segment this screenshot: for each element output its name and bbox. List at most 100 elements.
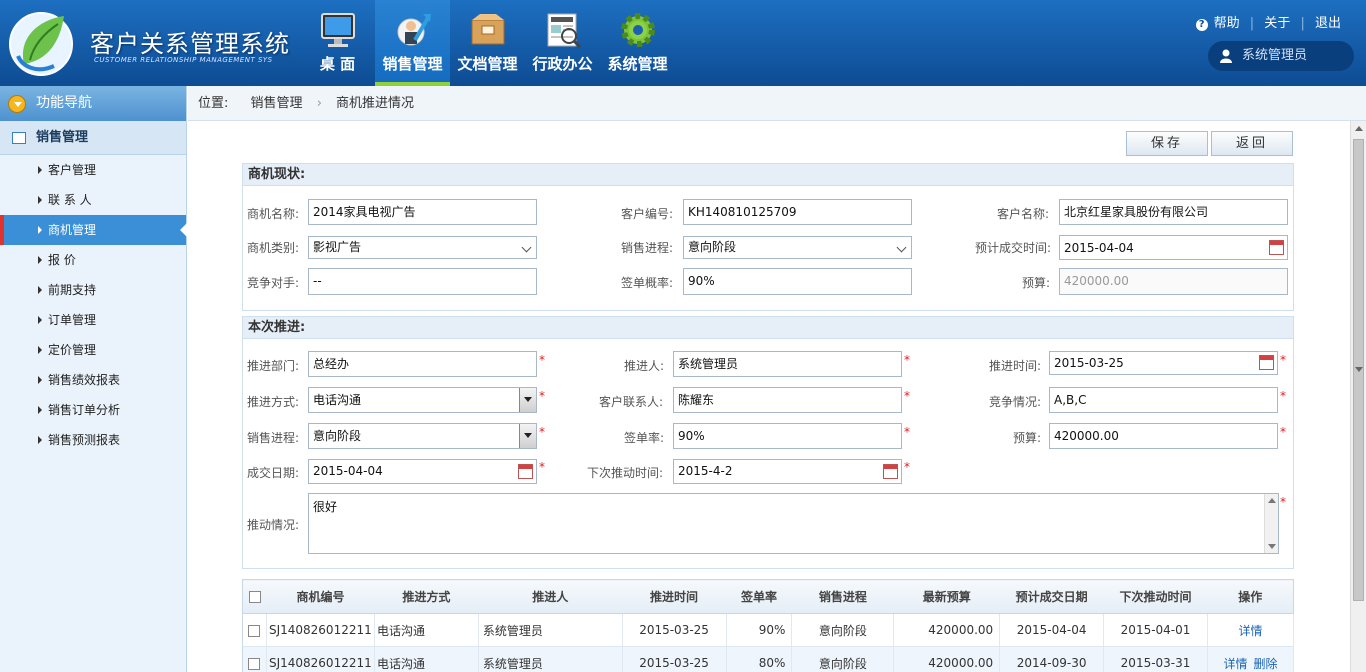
cust-no-field[interactable]: KH140810125709 (683, 199, 912, 225)
breadcrumb: 位置: 销售管理 › 商机推进情况 (188, 86, 1366, 121)
opp-name-field[interactable]: 2014家具电视广告 (308, 199, 537, 225)
cell-time: 2015-03-25 (622, 613, 727, 647)
col-time[interactable]: 推进时间 (622, 579, 727, 614)
nav-desktop[interactable]: 桌 面 (300, 0, 375, 86)
sidebar-item-contacts[interactable]: 联 系 人 (0, 185, 186, 215)
gear-icon (620, 13, 655, 47)
sidebar-item-customers[interactable]: 客户管理 (0, 155, 186, 185)
nav-office[interactable]: 行政办公 (525, 0, 600, 86)
budget-field: 420000.00 (1059, 268, 1288, 295)
advance-panel: 本次推进: 推进部门: 总经办 * 推进人: 系统管理员 * 推进时间: 201… (242, 316, 1294, 569)
sidebar-item-pricing[interactable]: 定价管理 (0, 335, 186, 365)
person-field[interactable]: 系统管理员 (673, 351, 902, 377)
progress-select[interactable]: 意向阶段 (683, 236, 912, 259)
top-links: ? 帮助 | 关于 | 退出 (1193, 12, 1344, 31)
next-time-field[interactable]: 2015-4-2 (673, 459, 902, 484)
sidebar-item-performance-report[interactable]: 销售绩效报表 (0, 365, 186, 395)
adv-budget-field[interactable]: 420000.00 (1049, 423, 1278, 449)
monitor-icon (320, 13, 355, 47)
situation-value: 很好 (313, 500, 338, 514)
cust-no-label: 客户编号: (621, 207, 674, 221)
rate-label: 签单概率: (621, 276, 674, 290)
nav-documents[interactable]: 文档管理 (450, 0, 525, 86)
calendar-icon[interactable] (1269, 240, 1284, 255)
compete-field[interactable]: A,B,C (1049, 387, 1278, 413)
page-scrollbar[interactable] (1350, 121, 1366, 672)
col-method[interactable]: 推进方式 (374, 579, 479, 614)
scroll-up-icon[interactable] (1268, 498, 1276, 503)
save-button[interactable]: 保存 (1126, 131, 1208, 156)
select-all-checkbox[interactable] (248, 591, 261, 603)
textarea-scrollbar[interactable] (1264, 494, 1278, 553)
col-ops: 操作 (1207, 579, 1294, 614)
col-budget[interactable]: 最新预算 (893, 579, 1000, 614)
dept-field[interactable]: 总经办 (308, 351, 537, 377)
user-menu[interactable]: 系统管理员 (1208, 41, 1354, 71)
cell-rate: 80% (726, 646, 793, 672)
progress-label: 销售进程: (621, 241, 674, 255)
calendar-icon[interactable] (1259, 355, 1274, 370)
deal-date-label: 成交日期: (247, 466, 300, 480)
sidebar-item-quotes[interactable]: 报 价 (0, 245, 186, 275)
details-link[interactable]: 详情 (1238, 624, 1262, 638)
sidebar-section-sales[interactable]: 销售管理 (0, 121, 186, 155)
nav-system[interactable]: 系统管理 (600, 0, 675, 86)
help-link[interactable]: 帮助 (1214, 16, 1240, 31)
about-link[interactable]: 关于 (1264, 16, 1290, 31)
col-deal[interactable]: 预计成交日期 (999, 579, 1104, 614)
contact-field[interactable]: 陈耀东 (673, 387, 902, 413)
cell-rate: 90% (726, 613, 793, 647)
logout-link[interactable]: 退出 (1315, 16, 1341, 31)
dropdown-arrow-icon[interactable] (519, 388, 536, 412)
nav-office-label: 行政办公 (532, 55, 593, 73)
sidebar-item-forecast-report[interactable]: 销售预测报表 (0, 425, 186, 455)
sidebar-item-orders[interactable]: 订单管理 (0, 305, 186, 335)
breadcrumb-sales[interactable]: 销售管理 (251, 96, 303, 111)
cust-name-field[interactable]: 北京红星家具股份有限公司 (1059, 199, 1288, 225)
required-mark: * (539, 460, 545, 474)
dropdown-arrow-icon[interactable] (519, 424, 536, 448)
scroll-up-icon[interactable] (1355, 126, 1363, 131)
rival-field[interactable]: -- (308, 268, 537, 295)
sidebar-item-order-analysis[interactable]: 销售订单分析 (0, 395, 186, 425)
col-progress[interactable]: 销售进程 (791, 579, 894, 614)
table-header-row: 商机编号 推进方式 推进人 推进时间 签单率 销售进程 最新预算 预计成交日期 … (242, 579, 1294, 614)
cell-next: 2015-04-01 (1103, 613, 1208, 647)
cell-id: SJ140826012211 (266, 613, 375, 647)
scroll-down-icon[interactable] (1355, 367, 1363, 372)
col-person[interactable]: 推进人 (478, 579, 623, 614)
opp-name-label: 商机名称: (247, 207, 300, 221)
adv-progress-select[interactable]: 意向阶段 (308, 423, 537, 449)
delete-link[interactable]: 删除 (1254, 657, 1278, 671)
details-link[interactable]: 详情 (1223, 657, 1247, 671)
calendar-icon[interactable] (518, 464, 533, 479)
method-select[interactable]: 电话沟通 (308, 387, 537, 413)
category-select[interactable]: 影视广告 (308, 236, 537, 259)
nav-sales[interactable]: 销售管理 (375, 0, 450, 86)
col-id[interactable]: 商机编号 (266, 579, 375, 614)
breadcrumb-current: 商机推进情况 (336, 96, 415, 111)
sidebar-item-opportunities[interactable]: 商机管理 (0, 215, 187, 245)
adv-rate-label: 签单率: (624, 431, 665, 445)
col-rate[interactable]: 签单率 (726, 579, 792, 614)
sidebar-header[interactable]: 功能导航 (0, 86, 186, 121)
deal-time-field[interactable]: 2015-04-04 (1059, 235, 1288, 260)
sidebar-item-presales[interactable]: 前期支持 (0, 275, 186, 305)
rate-field[interactable]: 90% (683, 268, 912, 295)
advance-time-field[interactable]: 2015-03-25 (1049, 351, 1278, 375)
scroll-down-icon[interactable] (1268, 544, 1276, 549)
calendar-icon[interactable] (883, 464, 898, 479)
cust-name-label: 客户名称: (997, 207, 1050, 221)
back-button[interactable]: 返回 (1211, 131, 1293, 156)
status-panel-title: 商机现状: (243, 164, 1293, 186)
person-label: 推进人: (624, 359, 665, 373)
deal-date-field[interactable]: 2015-04-04 (308, 459, 537, 484)
required-mark: * (539, 353, 545, 367)
required-mark: * (539, 425, 545, 439)
adv-rate-field[interactable]: 90% (673, 423, 902, 449)
row-checkbox[interactable] (248, 657, 261, 670)
situation-textarea[interactable]: 很好 (308, 493, 1279, 554)
col-next[interactable]: 下次推动时间 (1103, 579, 1208, 614)
budget-label: 预算: (1022, 276, 1051, 290)
row-checkbox[interactable] (248, 624, 261, 637)
